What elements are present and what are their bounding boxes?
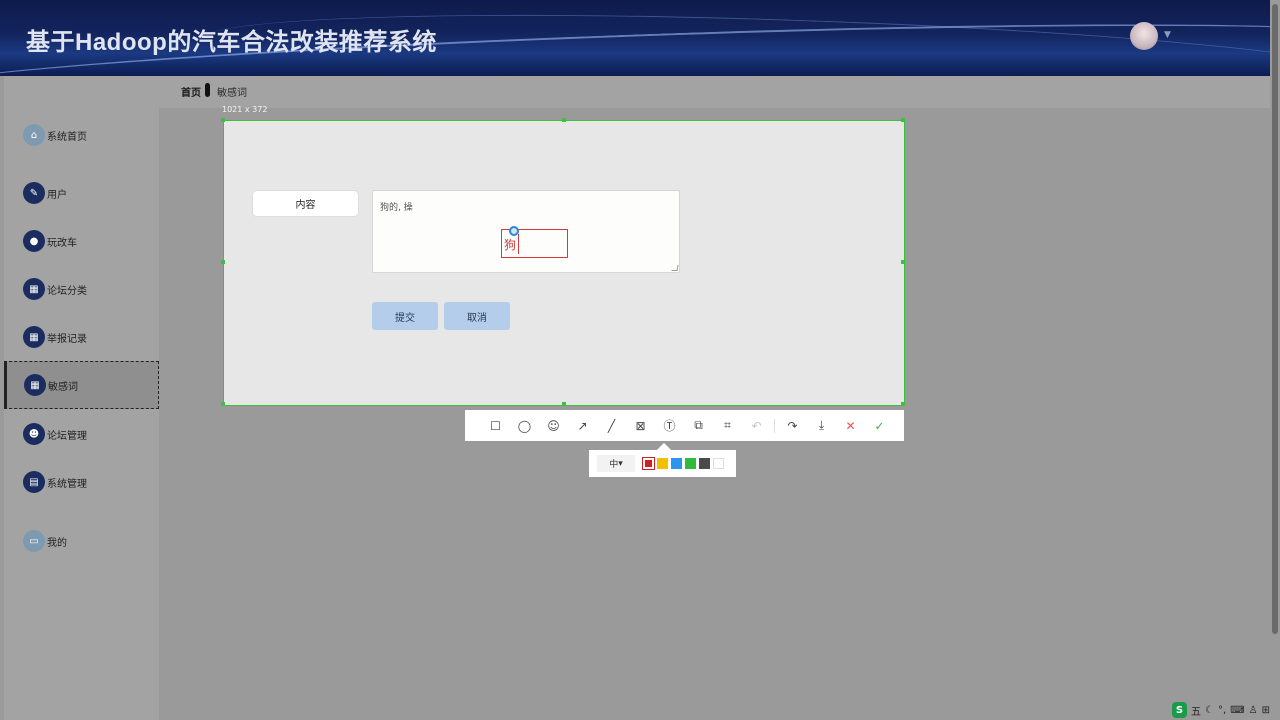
ime-mode[interactable]: 五 — [1191, 703, 1201, 718]
resize-handle[interactable] — [562, 118, 566, 122]
color-swatches — [642, 457, 727, 470]
resize-grip-icon[interactable] — [671, 265, 679, 271]
toolbar-divider — [774, 418, 775, 433]
color-swatch-gray[interactable] — [699, 458, 710, 469]
font-size-value: 中 — [609, 460, 619, 470]
sidebar-item-mod-cars[interactable]: ● 玩改车 — [4, 217, 159, 265]
annotation-toolbar: ☐ ◯ ☺ ↗ ╱ ⊠ Ⓣ ⧉ ⌗ ↶ ↷ ⤓ ✕ ✓ — [465, 410, 904, 441]
calendar-icon: ▭ — [23, 530, 45, 552]
cancel-button[interactable]: 取消 — [444, 302, 510, 330]
home-icon: ⌂ — [23, 124, 45, 146]
color-swatch-green[interactable] — [685, 458, 696, 469]
resize-handle[interactable] — [901, 402, 905, 406]
sidebar-item-label: 我的 — [47, 537, 67, 549]
sidebar-item-report-records[interactable]: ▦ 举报记录 — [4, 313, 159, 361]
user-icon: ✎ — [23, 182, 45, 204]
undo-icon[interactable]: ↶ — [742, 410, 771, 441]
sidebar-item-forum-category[interactable]: ▦ 论坛分类 — [4, 265, 159, 313]
color-swatch-blue[interactable] — [671, 458, 682, 469]
sidebar-item-label: 系统管理 — [47, 478, 87, 490]
clipboard-icon: ▤ — [23, 471, 45, 493]
person-icon[interactable]: ♙ — [1249, 705, 1258, 716]
grid-icon[interactable]: ⊞ — [1262, 705, 1270, 716]
sidebar-item-mine[interactable]: ▭ 我的 — [4, 517, 159, 565]
sidebar-item-label: 论坛分类 — [47, 285, 87, 297]
resize-handle[interactable] — [562, 402, 566, 406]
mosaic-icon[interactable]: ⊠ — [626, 410, 655, 441]
arrow-icon[interactable]: ↗ — [568, 410, 597, 441]
font-size-select[interactable]: 中 ▾ — [597, 455, 635, 472]
resize-handle[interactable] — [221, 118, 225, 122]
ime-status-bar: S 五 ☾ °, ⌨ ♙ ⊞ — [1172, 700, 1270, 720]
confirm-icon[interactable]: ✓ — [865, 410, 894, 441]
capture-selection[interactable]: 内容 狗的, 操 狗 提交 取消 — [221, 118, 905, 406]
app-header: 基于Hadoop的汽车合法改装推荐系统 ▼ — [0, 0, 1270, 76]
page-scrollbar[interactable] — [1270, 0, 1280, 720]
style-subtoolbar: 中 ▾ — [589, 450, 736, 477]
sidebar-item-label: 举报记录 — [47, 333, 87, 345]
ellipse-icon[interactable]: ◯ — [510, 410, 539, 441]
ocr-icon[interactable]: ⌗ — [713, 410, 742, 441]
resize-handle[interactable] — [221, 260, 225, 264]
content-field-label: 内容 — [252, 190, 359, 217]
breadcrumb-separator — [205, 83, 210, 97]
chevron-down-icon[interactable]: ▼ — [1164, 30, 1171, 40]
ime-logo-icon[interactable]: S — [1172, 702, 1188, 718]
keyboard-icon[interactable]: ⌨ — [1230, 705, 1244, 716]
capture-size-label: 1021 x 372 — [222, 105, 268, 114]
resize-handle[interactable] — [901, 260, 905, 264]
person-icon: ☻ — [23, 423, 45, 445]
submit-button[interactable]: 提交 — [372, 302, 438, 330]
copy-icon[interactable]: ⧉ — [684, 410, 713, 441]
sidebar-item-label: 用户 — [47, 189, 67, 201]
scrollbar-thumb[interactable] — [1272, 4, 1278, 634]
sidebar-item-system-management[interactable]: ▤ 系统管理 — [4, 458, 159, 506]
punctuation-icon[interactable]: °, — [1218, 705, 1226, 716]
sidebar-item-label: 敏感词 — [48, 381, 78, 393]
color-swatch-red[interactable] — [642, 457, 655, 470]
moon-icon[interactable]: ☾ — [1205, 705, 1214, 716]
text-caret — [518, 234, 519, 254]
sidebar-item-home[interactable]: ⌂ 系统首页 — [4, 111, 159, 159]
annotation-text: 狗 — [504, 238, 517, 252]
download-icon[interactable]: ⤓ — [807, 410, 836, 441]
grid-icon: ▦ — [24, 374, 46, 396]
grid-icon: ▦ — [23, 278, 45, 300]
sidebar-item-forum-management[interactable]: ☻ 论坛管理 — [4, 410, 159, 458]
cursor-indicator — [509, 226, 519, 236]
app-title: 基于Hadoop的汽车合法改装推荐系统 — [26, 29, 437, 56]
chevron-down-icon: ▾ — [618, 458, 623, 469]
resize-handle[interactable] — [221, 402, 225, 406]
line-icon[interactable]: ╱ — [597, 410, 626, 441]
content-textarea[interactable]: 狗的, 操 狗 — [372, 190, 680, 273]
text-icon[interactable]: Ⓣ — [655, 410, 684, 441]
breadcrumb: 首页 敏感词 — [159, 76, 1270, 108]
rectangle-icon[interactable]: ☐ — [481, 410, 510, 441]
emoji-icon[interactable]: ☺ — [539, 410, 568, 441]
grid-icon: ▦ — [23, 326, 45, 348]
content-value: 狗的, 操 — [380, 203, 413, 213]
sidebar-item-label: 玩改车 — [47, 237, 77, 249]
resize-handle[interactable] — [901, 118, 905, 122]
breadcrumb-current: 敏感词 — [217, 88, 247, 99]
color-swatch-white[interactable] — [713, 458, 724, 469]
user-avatar[interactable] — [1130, 22, 1158, 50]
breadcrumb-home[interactable]: 首页 — [181, 84, 201, 99]
sidebar-item-sensitive-words[interactable]: ▦ 敏感词 — [4, 361, 159, 409]
sidebar-item-users[interactable]: ✎ 用户 — [4, 169, 159, 217]
color-swatch-yellow[interactable] — [657, 458, 668, 469]
close-icon[interactable]: ✕ — [836, 410, 865, 441]
share-icon[interactable]: ↷ — [778, 410, 807, 441]
sidebar-item-label: 论坛管理 — [47, 430, 87, 442]
sidebar-item-label: 系统首页 — [47, 131, 87, 143]
sidebar: ⌂ 系统首页 ✎ 用户 ● 玩改车 ▦ 论坛分类 ▦ 举报记录 ▦ 敏感词 ☻ … — [4, 76, 159, 720]
location-pin-icon: ● — [23, 230, 45, 252]
